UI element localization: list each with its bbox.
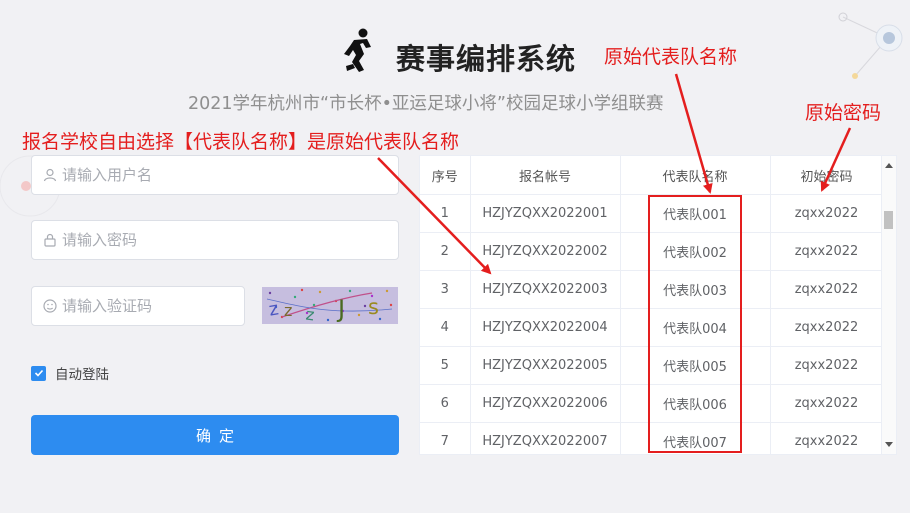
table-cell: HZJYZQXX2022006 (470, 384, 621, 423)
table-cell: zqxx2022 (770, 346, 884, 385)
remember-checkbox[interactable] (31, 365, 46, 381)
page-subtitle: 2021学年杭州市“市长杯•亚运足球小将”校园足球小学组联赛 (188, 94, 664, 114)
table-cell: zqxx2022 (770, 308, 884, 347)
column-header: 代表队名称 (620, 156, 771, 195)
username-input[interactable] (62, 156, 392, 194)
table-cell: 1 (420, 194, 471, 233)
annotation-team-name: 原始代表队名称 (604, 46, 738, 68)
table-cell: zqxx2022 (770, 194, 884, 233)
remember-login[interactable]: 自动登陆 (31, 363, 109, 383)
table-cell: zqxx2022 (770, 270, 884, 309)
column-header: 报名帐号 (470, 156, 621, 195)
table-cell: 4 (420, 308, 471, 347)
smile-icon (43, 299, 57, 313)
annotation-note: 报名学校自由选择【代表队名称】是原始代表队名称 (22, 131, 460, 153)
scroll-up-icon[interactable] (885, 163, 893, 168)
confirm-button[interactable]: 确定 (31, 415, 399, 455)
captcha-field (31, 286, 245, 326)
table-cell: HZJYZQXX2022001 (470, 194, 621, 233)
table-cell: 6 (420, 384, 471, 423)
table-cell: zqxx2022 (770, 384, 884, 423)
annotation-password: 原始密码 (805, 102, 882, 124)
table-cell: HZJYZQXX2022002 (470, 232, 621, 271)
captcha-image[interactable]: z z z J s (262, 287, 398, 324)
table-cell: HZJYZQXX2022005 (470, 346, 621, 385)
column-header: 初始密码 (770, 156, 884, 195)
table-cell: zqxx2022 (770, 422, 884, 454)
column-header: 序号 (420, 156, 471, 195)
captcha-char: J (338, 295, 346, 323)
user-icon (43, 168, 57, 182)
scroll-down-icon[interactable] (885, 442, 893, 447)
captcha-input[interactable] (62, 287, 238, 325)
lock-icon (44, 233, 56, 247)
username-field (31, 155, 399, 195)
table-header-row: 序号 报名帐号 代表队名称 初始密码 (420, 156, 884, 195)
table-cell: HZJYZQXX2022004 (470, 308, 621, 347)
password-field (31, 220, 399, 260)
table-cell: HZJYZQXX2022007 (470, 422, 621, 454)
remember-label: 自动登陆 (55, 367, 109, 383)
captcha-char: z (284, 301, 293, 320)
captcha-char: s (368, 295, 379, 319)
team-name-highlight-box (648, 195, 742, 453)
table-cell: zqxx2022 (770, 232, 884, 271)
table-cell: 5 (420, 346, 471, 385)
password-input[interactable] (62, 221, 392, 259)
app-title: 赛事编排系统 (396, 42, 577, 76)
table-cell: HZJYZQXX2022003 (470, 270, 621, 309)
runner-icon (344, 28, 371, 72)
check-icon (34, 369, 43, 377)
scroll-thumb[interactable] (884, 211, 893, 229)
table-scrollbar[interactable] (881, 156, 896, 454)
table-cell: 3 (420, 270, 471, 309)
table-cell: 2 (420, 232, 471, 271)
table-cell: 7 (420, 422, 471, 454)
